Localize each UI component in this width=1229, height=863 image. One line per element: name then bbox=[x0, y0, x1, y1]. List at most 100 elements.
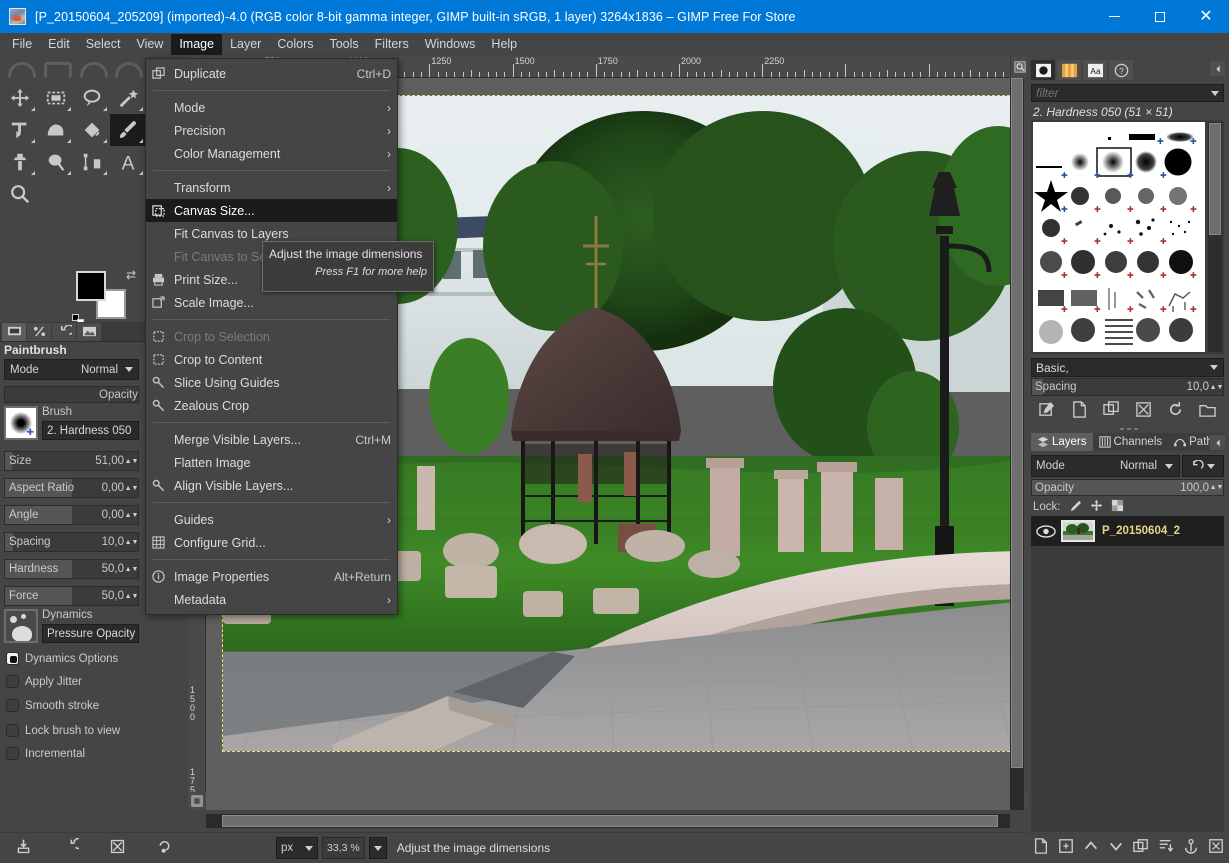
reset-tool-options-icon[interactable] bbox=[156, 838, 173, 858]
warp-transform-tool[interactable] bbox=[38, 114, 74, 146]
smudge-tool[interactable] bbox=[38, 146, 74, 178]
raise-layer-icon[interactable] bbox=[1083, 838, 1099, 857]
dynamics-value[interactable]: Pressure Opacity bbox=[42, 624, 139, 643]
path-tool[interactable] bbox=[74, 146, 110, 178]
checkbox-incremental[interactable]: Incremental bbox=[6, 747, 85, 760]
menu-item-guides[interactable]: Guides› bbox=[146, 508, 397, 531]
layer-mode-combo[interactable]: Mode Normal bbox=[1031, 455, 1180, 477]
new-layer-group-icon[interactable] bbox=[1058, 838, 1074, 857]
lower-layer-icon[interactable] bbox=[1108, 838, 1124, 857]
hardness-slider[interactable]: Hardness 50,0 ▲▼ bbox=[4, 559, 139, 579]
tool-options-tab[interactable] bbox=[2, 323, 26, 341]
brush-preview-icon[interactable]: ✚ bbox=[4, 406, 38, 440]
angle-stepper[interactable]: ▲▼ bbox=[127, 513, 136, 518]
quick-mask-button[interactable] bbox=[188, 792, 206, 810]
menu-help[interactable]: Help bbox=[483, 34, 525, 55]
lock-alpha-icon[interactable] bbox=[1111, 499, 1124, 515]
tab-channels[interactable]: Channels bbox=[1093, 433, 1169, 451]
menu-item-configure-grid[interactable]: Configure Grid... bbox=[146, 531, 397, 554]
delete-layer-icon[interactable] bbox=[1208, 838, 1224, 857]
brushes-tab[interactable] bbox=[1031, 60, 1055, 80]
brush-grid-scrollbar[interactable] bbox=[1208, 122, 1222, 352]
unified-transform-tool[interactable] bbox=[2, 114, 38, 146]
anchor-layer-icon[interactable] bbox=[1183, 838, 1199, 857]
menu-item-mode[interactable]: Mode› bbox=[146, 96, 397, 119]
spacing-stepper[interactable]: ▲▼ bbox=[127, 540, 136, 545]
vertical-scrollbar[interactable] bbox=[1010, 78, 1024, 810]
menu-windows[interactable]: Windows bbox=[417, 34, 484, 55]
edit-brush-icon[interactable] bbox=[1039, 401, 1056, 421]
duplicate-brush-icon[interactable] bbox=[1103, 401, 1120, 421]
menu-view[interactable]: View bbox=[128, 34, 171, 55]
brush-spacing-slider[interactable]: Spacing 10,0 ▲▼ bbox=[1031, 378, 1224, 396]
menu-tools[interactable]: Tools bbox=[321, 34, 366, 55]
menu-item-slice-using-guides[interactable]: Slice Using Guides bbox=[146, 371, 397, 394]
menu-filters[interactable]: Filters bbox=[367, 34, 417, 55]
menu-colors[interactable]: Colors bbox=[269, 34, 321, 55]
fonts-tab[interactable]: Aa bbox=[1083, 60, 1107, 80]
brush-name-value[interactable]: 2. Hardness 050 bbox=[42, 421, 139, 440]
layer-list[interactable]: P_20150604_2 bbox=[1031, 516, 1224, 858]
layers-menu-button[interactable] bbox=[1210, 435, 1225, 450]
merge-down-icon[interactable] bbox=[1158, 838, 1174, 857]
scrollbar-thumb[interactable] bbox=[1011, 78, 1023, 768]
close-button[interactable]: ✕ bbox=[1183, 0, 1229, 33]
menu-item-crop-to-content[interactable]: Crop to Content bbox=[146, 348, 397, 371]
angle-slider[interactable]: Angle 0,00 ▲▼ bbox=[4, 505, 139, 525]
aspect-ratio-stepper[interactable]: ▲▼ bbox=[127, 486, 136, 491]
layer-blend-space-button[interactable] bbox=[1182, 455, 1224, 477]
text-tool[interactable]: A bbox=[110, 146, 145, 178]
paint-mode-combo[interactable]: Mode Normal bbox=[4, 359, 139, 380]
duplicate-layer-icon[interactable] bbox=[1133, 838, 1149, 857]
brush-filter-row[interactable] bbox=[1031, 84, 1224, 102]
menu-item-canvas-size[interactable]: Canvas Size... bbox=[146, 199, 397, 222]
checkbox-apply-jitter[interactable]: Apply Jitter bbox=[6, 675, 82, 688]
layer-opacity-slider[interactable]: Opacity 100,0 ▲▼ bbox=[1031, 479, 1224, 496]
refresh-brushes-icon[interactable] bbox=[1167, 401, 1184, 421]
menu-item-color-management[interactable]: Color Management› bbox=[146, 142, 397, 165]
brush-filter-input[interactable] bbox=[1036, 86, 1211, 100]
bucket-fill-tool[interactable] bbox=[74, 114, 110, 146]
swap-colors-icon[interactable]: ⇄ bbox=[126, 268, 136, 282]
document-history-tab[interactable]: ? bbox=[1109, 60, 1133, 80]
lock-pixels-icon[interactable] bbox=[1069, 499, 1082, 515]
menu-item-precision[interactable]: Precision› bbox=[146, 119, 397, 142]
save-tool-options-icon[interactable] bbox=[15, 838, 32, 858]
size-stepper[interactable]: ▲▼ bbox=[127, 459, 136, 464]
paintbrush-tool[interactable] bbox=[110, 114, 145, 146]
menu-select[interactable]: Select bbox=[78, 34, 129, 55]
layer-visibility-icon[interactable] bbox=[1031, 525, 1061, 538]
menu-item-merge-visible-layers[interactable]: Merge Visible Layers...Ctrl+M bbox=[146, 428, 397, 451]
horizontal-scrollbar[interactable] bbox=[206, 814, 1010, 828]
maximize-button[interactable] bbox=[1137, 0, 1183, 33]
zoom-image-button[interactable] bbox=[1010, 56, 1028, 78]
zoom-dropdown-button[interactable] bbox=[369, 837, 387, 859]
force-slider[interactable]: Force 50,0 ▲▼ bbox=[4, 586, 139, 606]
checkbox-smooth-stroke[interactable]: Smooth stroke bbox=[6, 699, 99, 712]
clone-tool[interactable] bbox=[2, 146, 38, 178]
menu-item-zealous-crop[interactable]: Zealous Crop bbox=[146, 394, 397, 417]
menu-layer[interactable]: Layer bbox=[222, 34, 269, 55]
force-stepper[interactable]: ▲▼ bbox=[127, 594, 136, 599]
patterns-tab[interactable] bbox=[1057, 60, 1081, 80]
scrollbar-thumb[interactable] bbox=[1209, 123, 1221, 235]
foreground-color-swatch[interactable] bbox=[76, 271, 106, 301]
spacing-slider[interactable]: Spacing 10,0 ▲▼ bbox=[4, 532, 139, 552]
delete-brush-icon[interactable] bbox=[1135, 401, 1152, 421]
unit-combo[interactable]: px bbox=[276, 837, 318, 859]
minimize-button[interactable] bbox=[1091, 0, 1137, 33]
layer-row[interactable]: P_20150604_2 bbox=[1031, 516, 1224, 546]
scrollbar-thumb[interactable] bbox=[222, 815, 998, 827]
dock-menu-button[interactable] bbox=[1210, 61, 1225, 76]
menu-item-metadata[interactable]: Metadata› bbox=[146, 588, 397, 611]
delete-tool-options-icon[interactable] bbox=[109, 838, 126, 858]
checkbox-dynamics-options[interactable]: Dynamics Options bbox=[6, 652, 118, 665]
move-tool[interactable] bbox=[2, 82, 38, 114]
layer-opacity-stepper[interactable]: ▲▼ bbox=[1212, 485, 1221, 490]
menu-item-scale-image[interactable]: Scale Image... bbox=[146, 291, 397, 314]
menu-edit[interactable]: Edit bbox=[40, 34, 78, 55]
undo-history-tab[interactable] bbox=[52, 323, 76, 341]
menu-item-align-visible-layers[interactable]: Align Visible Layers... bbox=[146, 474, 397, 497]
menu-item-flatten-image[interactable]: Flatten Image bbox=[146, 451, 397, 474]
zoom-value[interactable]: 33,3 % bbox=[322, 837, 365, 859]
